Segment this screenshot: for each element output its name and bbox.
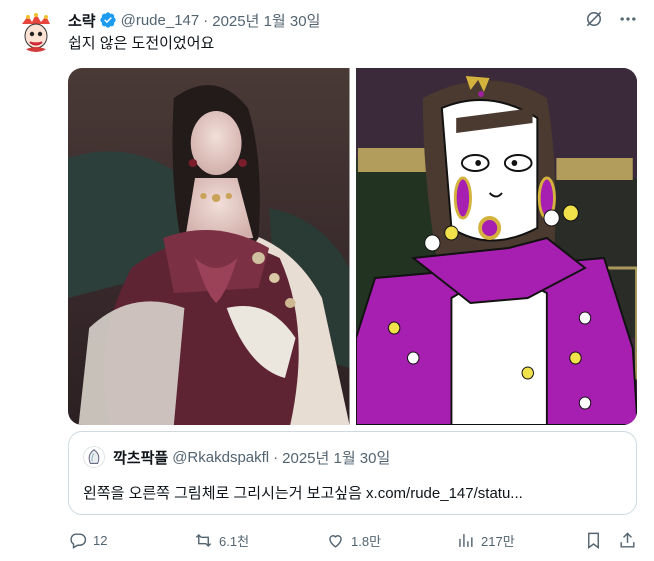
repost-icon — [195, 533, 212, 547]
bookmark-button[interactable] — [584, 528, 603, 552]
action-bar: 12 6.1천 1.8만 217만 — [64, 528, 638, 552]
more-icon[interactable] — [618, 9, 638, 29]
separator-dot: · — [203, 11, 209, 29]
repost-count: 6.1천 — [219, 533, 250, 549]
quoted-display-name[interactable]: 깍츠팍플 — [113, 447, 168, 468]
reply-count: 12 — [93, 532, 108, 548]
grok-icon[interactable] — [584, 9, 604, 29]
tweet-media — [68, 68, 637, 425]
tweet-header: 소략 @rude_147 · 2025년 1월 30일 — [68, 10, 320, 30]
painted-portrait-image[interactable] — [68, 68, 350, 425]
quoted-tweet-text: 왼쪽을 오른쪽 그림체로 그리시는거 보고싶음 x.com/rude_147/s… — [83, 485, 523, 502]
quoted-tweet-header: 깍츠팍플 @Rkakdspakfl · 2025년 1월 30일 — [83, 446, 390, 468]
like-button[interactable]: 1.8만 — [326, 528, 381, 552]
views-icon — [459, 533, 473, 547]
quoted-separator-dot: · — [273, 448, 279, 466]
author-avatar[interactable] — [16, 12, 56, 52]
share-icon — [620, 531, 635, 548]
quoted-avatar[interactable] — [83, 446, 105, 468]
quoted-tweet[interactable]: 깍츠팍플 @Rkakdspakfl · 2025년 1월 30일 왼쪽을 오른쪽… — [68, 431, 637, 515]
tweet-date[interactable]: 2025년 1월 30일 — [212, 10, 320, 31]
quoted-date[interactable]: 2025년 1월 30일 — [282, 447, 390, 468]
reply-icon — [70, 532, 87, 549]
author-handle[interactable]: @rude_147 — [121, 12, 200, 29]
tweet-text: 쉽지 않은 도전이었어요 — [68, 35, 215, 52]
author-display-name[interactable]: 소략 — [68, 10, 96, 31]
views-button[interactable]: 217만 — [456, 528, 515, 552]
share-button[interactable] — [618, 528, 637, 552]
heart-icon — [329, 534, 342, 548]
bookmark-icon — [588, 532, 599, 549]
views-count: 217만 — [481, 533, 515, 549]
quoted-handle[interactable]: @Rkakdspakfl — [172, 449, 269, 466]
avatar-image — [16, 12, 56, 52]
mspaint-redraw-image[interactable] — [355, 68, 637, 425]
reply-button[interactable]: 12 — [68, 528, 107, 552]
verified-badge-icon — [99, 11, 117, 29]
repost-button[interactable]: 6.1천 — [194, 528, 249, 552]
header-actions — [584, 9, 638, 29]
like-count: 1.8만 — [351, 533, 382, 549]
